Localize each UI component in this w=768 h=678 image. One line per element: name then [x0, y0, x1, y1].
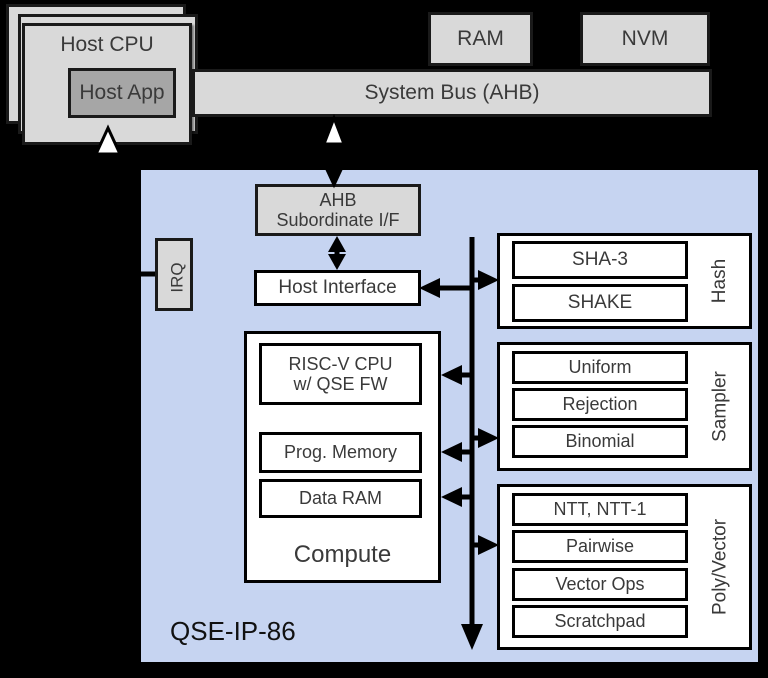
ahb-subordinate-line1: AHB [319, 189, 357, 210]
qse-ip-86-label: QSE-IP-86 [170, 616, 296, 647]
polyvector-item-scratchpad: Scratchpad [512, 605, 688, 638]
compute-item-prog-memory: Prog. Memory [259, 432, 422, 473]
ahb-subordinate-line2: Subordinate I/F [276, 210, 400, 230]
compute-item-data-ram: Data RAM [259, 479, 422, 518]
hash-item-sha3: SHA-3 [512, 241, 688, 279]
bus-to-ahb-up-arrowhead [321, 113, 347, 146]
nvm-block: NVM [580, 12, 710, 66]
host-app-block: Host App [68, 68, 176, 118]
block-diagram-canvas: Host CPU Host App RAM NVM System Bus (AH… [0, 0, 768, 678]
compute-item-riscv-cpu: RISC-V CPU w/ QSE FW [259, 343, 422, 405]
host-interface-block: Host Interface [254, 270, 421, 306]
sampler-group-label: Sampler [709, 371, 730, 442]
hash-group-label: Hash [709, 258, 730, 304]
ahb-subordinate-interface-block: AHB Subordinate I/F [255, 184, 421, 236]
riscv-cpu-line2: w/ QSE FW [293, 374, 388, 394]
irq-label: IRQ [167, 262, 186, 293]
system-bus-block: System Bus (AHB) [192, 69, 712, 117]
hash-item-shake: SHAKE [512, 284, 688, 322]
polyvector-group-label: Poly/Vector [709, 518, 731, 616]
irq-block: IRQ [155, 238, 193, 311]
ram-block: RAM [428, 12, 533, 66]
polyvector-item-ntt: NTT, NTT-1 [512, 493, 688, 526]
host-cpu-label: Host CPU [60, 33, 154, 57]
riscv-cpu-line1: RISC-V CPU [288, 353, 393, 374]
compute-group-label: Compute [293, 540, 392, 568]
